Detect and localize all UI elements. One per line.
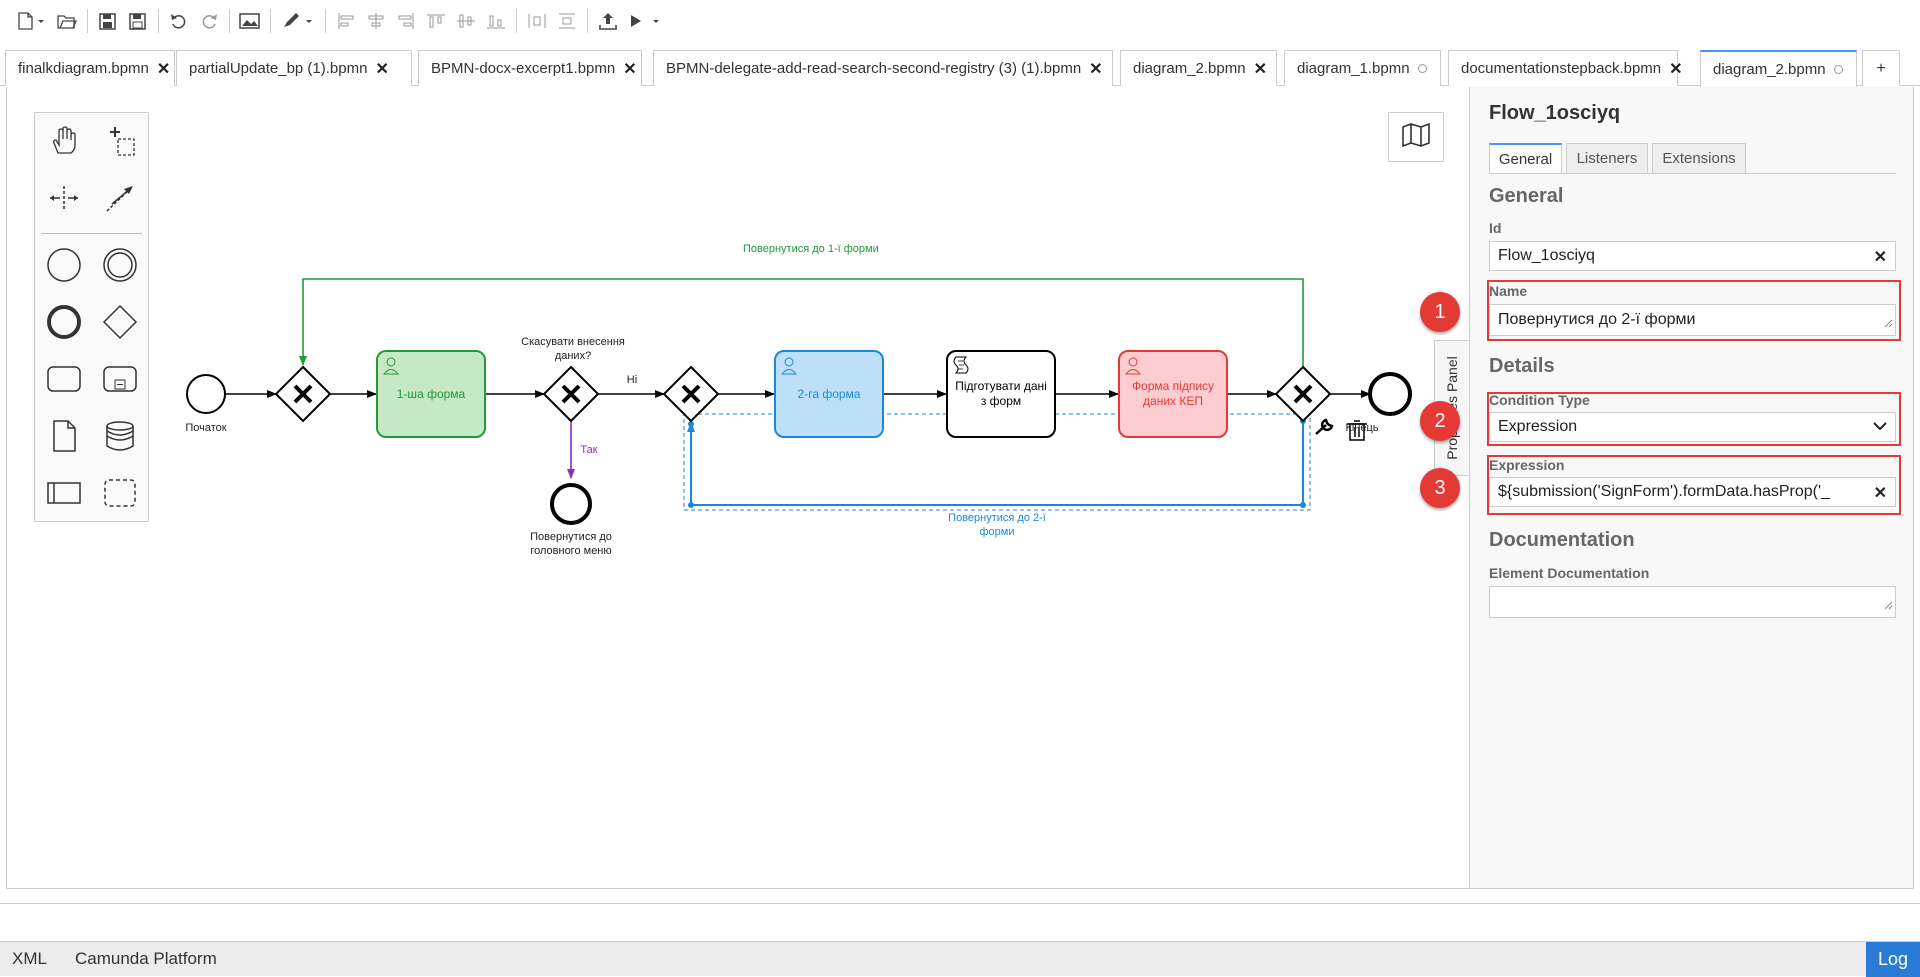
bpmn-diagram bbox=[186, 278, 1412, 525]
gateway[interactable] bbox=[662, 365, 720, 423]
element-title: Flow_1osciyq bbox=[1489, 102, 1621, 124]
task-label-form1: 1-ша форма bbox=[396, 386, 466, 401]
tab-underline bbox=[1489, 173, 1896, 174]
id-label: Id bbox=[1489, 220, 1502, 236]
flow-label-back2: Повернутися до 2-ї форми bbox=[948, 512, 1046, 538]
unsaved-indicator-icon[interactable] bbox=[1833, 65, 1843, 74]
minimap-toggle[interactable] bbox=[1388, 112, 1444, 162]
tab-item-active[interactable]: diagram_2.bpmn bbox=[1700, 50, 1857, 87]
gateway-label-question: Скасувати внесення даних? bbox=[521, 336, 625, 362]
plus-icon: + bbox=[1876, 59, 1886, 77]
intermediate-event-icon[interactable] bbox=[98, 243, 142, 287]
task-label-prepare: Підготувати дані з форм bbox=[955, 379, 1047, 408]
flow-label-no: Ні bbox=[626, 374, 638, 386]
close-icon[interactable]: ✕ bbox=[1669, 59, 1682, 79]
highlight-expression bbox=[1487, 455, 1901, 515]
platform-selector[interactable]: Camunda Platform bbox=[75, 942, 217, 976]
start-event-label: Початок bbox=[185, 422, 227, 434]
end-event-menu[interactable] bbox=[550, 483, 592, 525]
task-icon[interactable] bbox=[42, 357, 86, 401]
annotation-badge: 1 bbox=[1420, 292, 1460, 332]
xml-tab[interactable]: XML bbox=[12, 942, 47, 976]
gateway[interactable] bbox=[1274, 365, 1332, 423]
highlight-name-field bbox=[1487, 280, 1901, 341]
flow-label-yes: Так bbox=[580, 444, 598, 456]
annotation-badge: 2 bbox=[1420, 401, 1460, 441]
tab-item[interactable]: documentationstepback.bpmn ✕ bbox=[1448, 50, 1683, 86]
tab-label: diagram_2.bpmn bbox=[1713, 61, 1826, 78]
data-store-icon[interactable] bbox=[98, 414, 142, 458]
resize-handle-icon[interactable] bbox=[1883, 597, 1893, 615]
element-documentation-label: Element Documentation bbox=[1489, 565, 1650, 581]
section-documentation: Documentation bbox=[1489, 529, 1635, 551]
tool-palette bbox=[34, 112, 149, 522]
section-details: Details bbox=[1489, 355, 1555, 377]
add-tab-button[interactable]: + bbox=[1862, 50, 1900, 86]
tab-general[interactable]: General bbox=[1489, 143, 1562, 174]
space-tool-icon[interactable] bbox=[42, 176, 86, 220]
waypoint-handle[interactable] bbox=[1300, 502, 1306, 508]
annotation-badge: 3 bbox=[1420, 468, 1460, 508]
end-event-icon[interactable] bbox=[42, 300, 86, 344]
end-event[interactable] bbox=[1368, 372, 1412, 416]
map-icon bbox=[1401, 122, 1431, 153]
group-icon[interactable] bbox=[98, 471, 142, 515]
tab-listeners[interactable]: Listeners bbox=[1566, 143, 1648, 173]
global-connect-tool-icon[interactable] bbox=[98, 176, 142, 220]
task-label-sign: Форма підпису даних КЕП bbox=[1131, 379, 1215, 408]
waypoint-handle[interactable] bbox=[688, 502, 694, 508]
start-event[interactable] bbox=[186, 374, 226, 414]
gateway-icon[interactable] bbox=[98, 300, 142, 344]
task-label-form2: 2-га форма bbox=[797, 386, 861, 401]
highlight-condition-type bbox=[1487, 392, 1901, 446]
tab-extensions[interactable]: Extensions bbox=[1652, 143, 1746, 173]
end-event-menu-label: Повернутися до головного меню bbox=[530, 531, 612, 557]
flow-label-back1: Повернутися до 1-ї форми bbox=[743, 243, 879, 255]
end-event-label: Кінець bbox=[1345, 422, 1379, 434]
pool-icon[interactable] bbox=[42, 471, 86, 515]
wrench-icon[interactable] bbox=[1315, 418, 1334, 435]
data-object-icon[interactable] bbox=[42, 414, 86, 458]
start-event-icon[interactable] bbox=[42, 243, 86, 287]
gateway[interactable] bbox=[542, 365, 600, 423]
status-bar: XML Camunda Platform Log bbox=[0, 941, 1920, 977]
element-documentation-field[interactable] bbox=[1489, 586, 1896, 618]
log-area bbox=[0, 903, 1920, 941]
log-button[interactable]: Log bbox=[1866, 942, 1920, 977]
subprocess-icon[interactable] bbox=[98, 357, 142, 401]
section-general: General bbox=[1489, 185, 1564, 207]
gateway[interactable] bbox=[274, 365, 332, 423]
id-value: Flow_1osciyq bbox=[1498, 247, 1595, 264]
clear-icon[interactable]: ✕ bbox=[1874, 247, 1887, 267]
tab-label: documentationstepback.bpmn bbox=[1461, 60, 1662, 77]
palette-separator bbox=[41, 233, 142, 234]
hand-tool-icon[interactable] bbox=[42, 119, 86, 163]
id-field[interactable]: Flow_1osciyq ✕ bbox=[1489, 241, 1896, 271]
lasso-tool-icon[interactable] bbox=[98, 119, 142, 163]
